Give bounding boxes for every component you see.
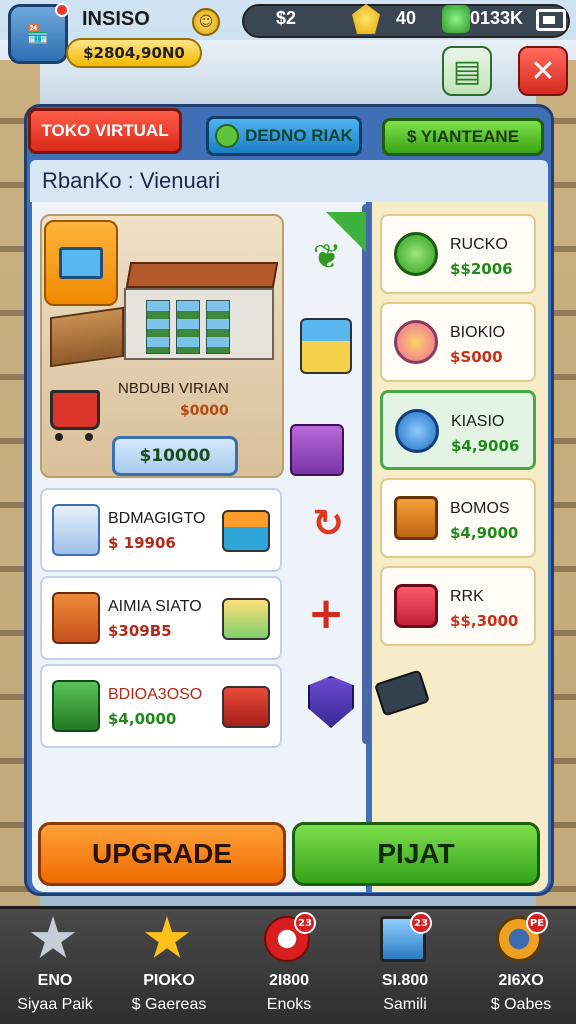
gift-box-icon [222, 598, 270, 640]
item-name: BIOKIO [450, 324, 506, 341]
nav-sublabel: Samili [383, 996, 427, 1013]
list-item[interactable]: AIMIA SIATO $309B5 [40, 576, 282, 660]
leaf-icon[interactable]: ❦ [306, 237, 348, 277]
item-price: $S000 [450, 348, 503, 366]
store-shelf [146, 300, 170, 354]
computer-stack-icon[interactable] [300, 318, 352, 374]
top-hud: 🏪 INSISO ☺ $2804,90N0 $2 40 0133K [0, 0, 576, 68]
item-price: $$2006 [450, 260, 513, 278]
counter-icon [50, 306, 124, 368]
monitor-icon [44, 220, 118, 306]
store-price-button[interactable]: $10000 [112, 436, 238, 476]
menu-icon: ▤ [452, 53, 482, 89]
stat-b-value: 40 [396, 8, 417, 28]
money-icon [52, 680, 100, 732]
card-icon[interactable] [536, 9, 566, 31]
item-price: $$,3000 [450, 612, 519, 630]
list-item[interactable]: RRK $$,3000 [380, 566, 536, 646]
list-item[interactable]: BDIOA3OSO $4,0000 [40, 664, 282, 748]
tab-second[interactable]: DEDNO RIAK [206, 116, 362, 156]
nav-sublabel: Siyaa Paik [17, 996, 93, 1013]
nav-item-5[interactable]: PE 2I6XO $ Oabes [466, 910, 576, 1020]
panel-subtitle: RbanKo : Vienuari [42, 168, 221, 193]
player-name: INSISO [82, 8, 150, 30]
silver-star-icon [30, 916, 76, 958]
item-price: $4,0000 [108, 710, 177, 728]
nav-label: PIOKO [143, 972, 195, 989]
plus-icon[interactable]: + [306, 588, 346, 639]
magnifier-icon [394, 584, 438, 628]
store-name: NBDUBI VIRIAN [118, 380, 229, 397]
buy-button[interactable]: PIJAT [292, 822, 540, 886]
leaf-icon [215, 124, 240, 148]
upgrade-button[interactable]: UPGRADE [38, 822, 286, 886]
shop-register-icon: 🏪 [26, 23, 50, 45]
item-name: BOMOS [450, 500, 510, 517]
item-name: BDIOA3OSO [108, 686, 203, 703]
checkmark-icon [394, 232, 438, 276]
store-shelf [206, 300, 230, 354]
nav-item-3[interactable]: 23 2I800 Enoks [234, 910, 344, 1020]
book-icon [222, 686, 270, 728]
refresh-arrow-icon[interactable]: ↻ [308, 500, 348, 546]
list-item[interactable]: RUCKO $$2006 [380, 214, 536, 294]
nav-item-1[interactable]: ENO Siyaa Paik [0, 910, 110, 1020]
fruit-icon [394, 320, 438, 364]
green-gem-icon [442, 5, 470, 33]
nav-sublabel: $ Gaereas [131, 996, 207, 1013]
list-item[interactable]: BOMOS $4,9000 [380, 478, 536, 558]
store-roof [125, 262, 279, 288]
item-price: $4,9000 [450, 524, 519, 542]
scroll-divider[interactable] [362, 204, 370, 744]
nav-label: 2I800 [268, 972, 310, 989]
item-name: RUCKO [450, 236, 508, 253]
notification-badge: PE [526, 912, 548, 934]
item-price: $ 19906 [108, 534, 176, 552]
close-icon: ✕ [530, 53, 556, 89]
menu-button[interactable]: ▤ [442, 46, 492, 96]
nav-label: SI.800 [381, 972, 429, 989]
notification-badge: 23 [410, 912, 432, 934]
nav-sublabel: Enoks [266, 996, 312, 1013]
nav-label: ENO [37, 972, 73, 989]
list-item-selected[interactable]: KIASIO $4,9006 [380, 390, 536, 470]
store-shelf [176, 300, 200, 354]
close-button[interactable]: ✕ [518, 46, 568, 96]
stat-a-value: $2 [276, 8, 297, 28]
crate-stack-icon [222, 510, 270, 552]
box-icon [52, 592, 100, 644]
shopping-cart-icon [50, 390, 100, 441]
stat-c-value: 0133K [470, 8, 524, 28]
item-name: BDMAGIGTO [108, 510, 206, 527]
store-price: $0000 [180, 403, 229, 419]
avatar[interactable]: 🏪 [8, 3, 69, 64]
nav-item-2[interactable]: PIOKO $ Gaereas [114, 910, 224, 1020]
item-price: $309B5 [108, 622, 172, 640]
purple-crate-icon[interactable] [290, 424, 344, 476]
item-price: $4,9006 [451, 437, 520, 455]
crate-icon [394, 496, 438, 540]
item-name: RRK [450, 588, 484, 605]
tab-third[interactable]: $ YIANTEANE [382, 118, 544, 156]
list-item[interactable]: BIOKIO $S000 [380, 302, 536, 382]
nav-item-4[interactable]: 23 SI.800 Samili [350, 910, 460, 1020]
coin-icon: ☺ [192, 8, 220, 36]
notification-badge: 23 [294, 912, 316, 934]
item-name: KIASIO [451, 413, 505, 430]
nav-sublabel: $ Oabes [490, 996, 552, 1013]
register-icon [52, 504, 100, 556]
checkmark-icon [395, 409, 439, 453]
notification-dot [55, 3, 69, 17]
tab-virtual-store[interactable]: TOKO VIRTUAL [28, 108, 182, 154]
gold-star-icon [144, 916, 190, 958]
item-name: AIMIA SIATO [108, 598, 202, 615]
nav-label: 2I6XO [498, 972, 544, 989]
tab-second-label: DEDNO RIAK [245, 126, 353, 145]
cash-display: $2804,90N0 [66, 38, 202, 68]
list-item[interactable]: BDMAGIGTO $ 19906 [40, 488, 282, 572]
